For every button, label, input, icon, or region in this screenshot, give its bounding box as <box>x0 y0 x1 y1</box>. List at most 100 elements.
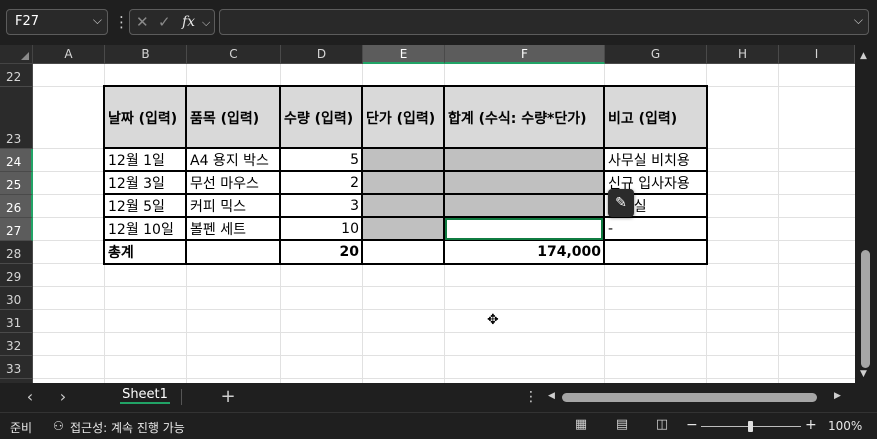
name-box[interactable]: F27 ⌵ <box>6 9 108 35</box>
more-icon[interactable]: ⋮ <box>524 389 538 407</box>
table-cell[interactable]: 사무실 비치용 <box>605 149 706 171</box>
table-cell[interactable]: 3 <box>281 195 362 217</box>
table-cell[interactable]: 볼펜 세트 <box>187 218 280 240</box>
scroll-left-icon[interactable]: ◀ <box>548 391 558 403</box>
zoom-level[interactable]: 100% <box>828 419 862 433</box>
chevron-down-icon[interactable]: ⌵ <box>202 16 210 30</box>
total-label[interactable]: 총계 <box>105 241 186 263</box>
name-box-value: F27 <box>15 14 40 29</box>
scroll-right-icon[interactable]: ▶ <box>834 391 844 403</box>
column-header-a[interactable]: A <box>33 45 105 64</box>
table-header-cell[interactable]: 합계 (수식: 수량*단가) <box>445 87 604 148</box>
table-header-cell[interactable]: 비고 (입력) <box>605 87 706 148</box>
row-header-29[interactable]: 29 <box>0 264 33 287</box>
formula-bar: F27 ⌵ ⋮ ✕ ✓ fx ⌵ ⌵ <box>0 0 877 45</box>
column-header-h[interactable]: H <box>707 45 779 64</box>
table-header-cell[interactable]: 단가 (입력) <box>363 87 444 148</box>
insert-function-icon[interactable]: fx <box>182 14 195 30</box>
expand-formula-bar-icon[interactable]: ⌵ <box>854 13 863 28</box>
row-header-22[interactable]: 22 <box>0 64 33 87</box>
table-cell[interactable] <box>363 149 444 171</box>
table-cell[interactable]: - <box>605 218 706 240</box>
table-cell[interactable] <box>445 195 604 217</box>
column-header-b[interactable]: B <box>105 45 187 64</box>
column-header-g[interactable]: G <box>605 45 707 64</box>
table-cell[interactable]: 10 <box>281 218 362 240</box>
more-options-icon[interactable]: ⋮ <box>114 11 129 33</box>
table-cell[interactable]: A4 용지 박스 <box>187 149 280 171</box>
total-quantity[interactable]: 20 <box>281 241 362 263</box>
zoom-slider-thumb[interactable] <box>748 421 753 432</box>
row-header-23[interactable]: 23 <box>0 87 33 149</box>
table-cell[interactable]: 2 <box>281 172 362 194</box>
add-sheet-button[interactable]: + <box>219 387 237 407</box>
total-amount[interactable]: 174,000 <box>445 241 604 263</box>
table-cell[interactable] <box>363 195 444 217</box>
active-cell-f27[interactable] <box>445 218 603 240</box>
table-cell[interactable]: 12월 1일 <box>105 149 186 171</box>
table-cell[interactable] <box>445 149 604 171</box>
formula-input[interactable]: ⌵ <box>219 9 869 35</box>
status-bar: 준비 ⚇ 접근성: 계속 진행 가능 ▦ ▤ ◫ − + 100% <box>0 412 877 439</box>
gridline <box>33 355 855 356</box>
table-cell[interactable] <box>363 241 444 263</box>
table-cell[interactable]: 12월 10일 <box>105 218 186 240</box>
row-header-24[interactable]: 24 <box>0 149 33 172</box>
column-header-e[interactable]: E <box>363 45 445 64</box>
page-break-view-icon[interactable]: ◫ <box>654 418 670 432</box>
quick-analysis-icon[interactable]: ✎ <box>608 189 634 217</box>
table-divider <box>361 85 363 265</box>
horizontal-scroll-thumb[interactable] <box>562 393 817 402</box>
column-header-f[interactable]: F <box>445 45 605 64</box>
table-cell[interactable]: 무선 마우스 <box>187 172 280 194</box>
table-header-cell[interactable]: 품목 (입력) <box>187 87 280 148</box>
row-header-26[interactable]: 26 <box>0 195 33 218</box>
sheet-tab-bar: ‹ › Sheet1 + ⋮ ◀ ▶ <box>0 383 877 412</box>
cancel-icon[interactable]: ✕ <box>136 13 149 31</box>
row-header-30[interactable]: 30 <box>0 287 33 310</box>
row-header-31[interactable]: 31 <box>0 310 33 333</box>
row-header-32[interactable]: 32 <box>0 333 33 356</box>
table-cell[interactable] <box>445 172 604 194</box>
vertical-scroll-thumb[interactable] <box>861 250 870 368</box>
table-divider <box>103 170 708 172</box>
table-cell[interactable]: 12월 3일 <box>105 172 186 194</box>
normal-view-icon[interactable]: ▦ <box>573 418 589 432</box>
row-header-25[interactable]: 25 <box>0 172 33 195</box>
scroll-up-icon[interactable]: ▲ <box>860 51 867 61</box>
table-cell[interactable]: 12월 5일 <box>105 195 186 217</box>
column-header-i[interactable]: I <box>779 45 855 64</box>
enter-icon[interactable]: ✓ <box>158 13 171 31</box>
accessibility-icon[interactable]: ⚇ <box>53 419 64 433</box>
table-cell[interactable] <box>363 218 444 240</box>
table-cell[interactable] <box>605 241 706 263</box>
scroll-down-icon[interactable]: ▼ <box>860 369 867 379</box>
zoom-in-button[interactable]: + <box>805 417 817 433</box>
chevron-down-icon[interactable]: ⌵ <box>93 13 102 28</box>
column-header-c[interactable]: C <box>187 45 281 64</box>
select-all-button[interactable] <box>0 45 33 64</box>
table-cell[interactable]: 5 <box>281 149 362 171</box>
sheet-tab-sheet1[interactable]: Sheet1 <box>115 383 175 409</box>
previous-sheet-button[interactable]: ‹ <box>22 388 38 406</box>
gridline <box>33 286 855 287</box>
table-divider <box>103 239 708 241</box>
next-sheet-button[interactable]: › <box>55 388 71 406</box>
table-cell[interactable] <box>363 172 444 194</box>
table-header-cell[interactable]: 수량 (입력) <box>281 87 362 148</box>
row-header-28[interactable]: 28 <box>0 241 33 264</box>
table-divider <box>103 147 708 149</box>
page-layout-view-icon[interactable]: ▤ <box>614 418 630 432</box>
column-header-d[interactable]: D <box>281 45 363 64</box>
row-header-33[interactable]: 33 <box>0 356 33 379</box>
table-cell[interactable]: 커피 믹스 <box>187 195 280 217</box>
vertical-scrollbar[interactable]: ▲ ▼ <box>855 45 877 383</box>
worksheet-grid[interactable]: A B C D E F G H I 22 23 24 25 26 27 28 2… <box>0 45 855 383</box>
table-cell[interactable] <box>187 241 280 263</box>
gridline <box>778 64 779 383</box>
accessibility-status[interactable]: 접근성: 계속 진행 가능 <box>70 419 185 436</box>
table-header-cell[interactable]: 날짜 (입력) <box>105 87 186 148</box>
status-mode: 준비 <box>10 421 33 435</box>
zoom-out-button[interactable]: − <box>686 417 698 433</box>
row-header-27[interactable]: 27 <box>0 218 33 241</box>
